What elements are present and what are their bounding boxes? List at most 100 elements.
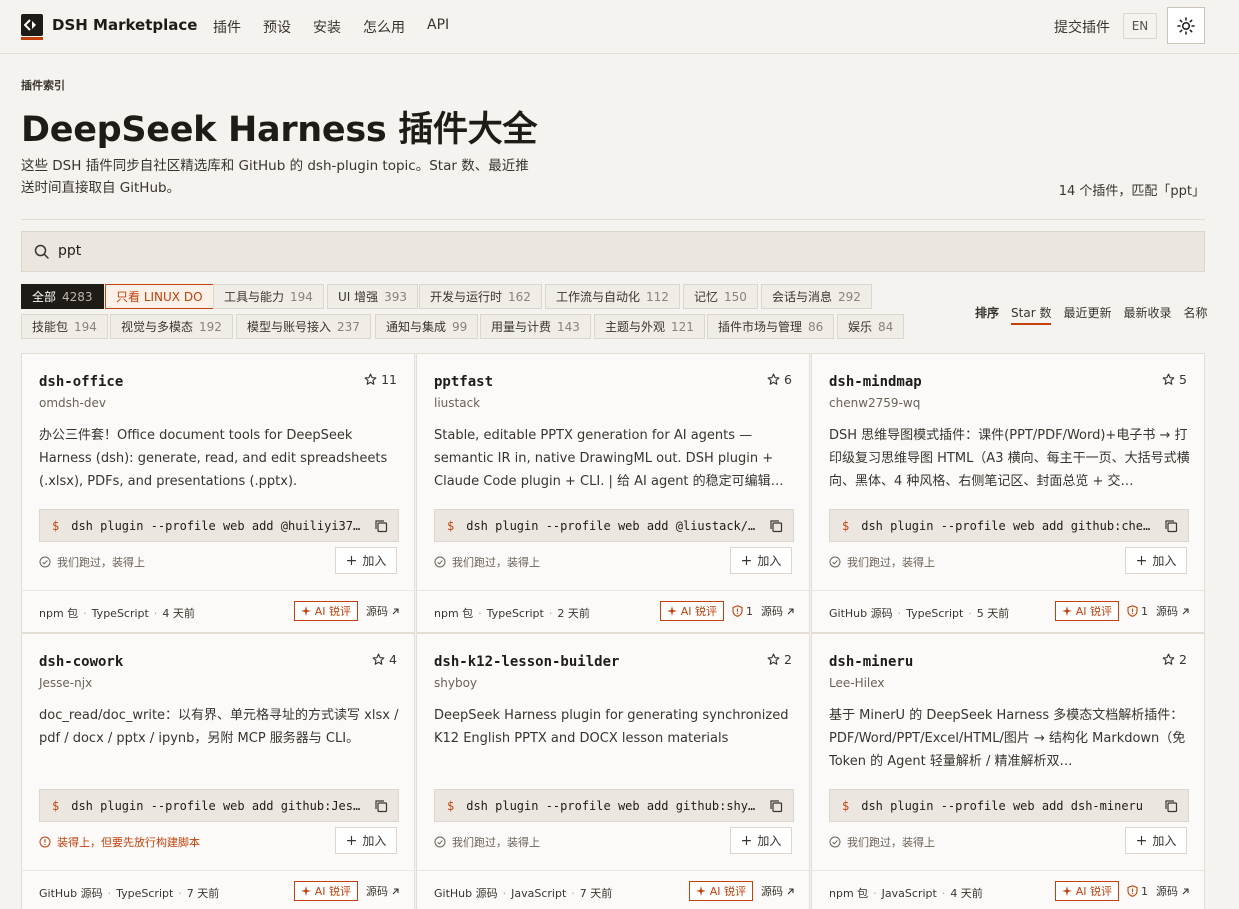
copy-icon[interactable] [769,799,783,813]
description-line-2: 送时间直接取自 GitHub。 [21,180,181,196]
sparkle-icon [1061,606,1072,616]
plugin-card[interactable]: pptfast liustack 6 Stable, editable PPTX… [416,353,810,633]
chip-label: 模型与账号接入 [247,320,332,334]
ai-review-button[interactable]: AI 锐评 [1054,881,1119,901]
plugin-card[interactable]: dsh-office omdsh-dev 11 办公三件套！Office doc… [21,353,415,633]
filter-linux-do[interactable]: 只看 LINUX DO [105,284,214,309]
ai-review-button[interactable]: AI 锐评 [293,601,358,621]
source-link[interactable]: 源码 [1156,883,1190,899]
plugin-card[interactable]: dsh-k12-lesson-builder shyboy 2 DeepSeek… [416,633,810,909]
command-text: dsh plugin --profile web add @liustack/… [466,518,756,533]
plugin-owner[interactable]: liustack [434,396,480,410]
join-button[interactable]: + 加入 [730,827,792,854]
language-button[interactable]: EN [1123,13,1157,39]
plugin-card[interactable]: dsh-cowork Jesse-njx 4 doc_read/doc_writ… [21,633,415,909]
nav-presets[interactable]: 预设 [263,17,291,37]
ai-review-button[interactable]: AI 锐评 [688,881,753,901]
chip-count: 237 [337,319,360,334]
plugin-owner[interactable]: chenw2759-wq [829,396,920,410]
plugin-name[interactable]: dsh-office [39,374,123,390]
nav-api[interactable]: API [427,17,449,37]
filter-memory[interactable]: 记忆 150 [683,284,758,309]
install-command[interactable]: $ dsh plugin --profile web add dsh-miner… [829,789,1189,822]
search-box[interactable]: ppt [21,231,1205,272]
sort-stars[interactable]: Star 数 [1011,304,1052,325]
install-command[interactable]: $ dsh plugin --profile web add github:ch… [829,509,1189,542]
copy-icon[interactable] [374,799,388,813]
sort-updated[interactable]: 最近更新 [1063,304,1111,325]
sort-newest[interactable]: 最新收录 [1123,304,1171,325]
filter-workflow[interactable]: 工作流与自动化 112 [545,284,680,309]
sort-name[interactable]: 名称 [1183,304,1207,325]
card-footer: GitHub 源码 · JavaScript · 7 天前 AI 锐评 源码 [417,870,809,909]
plugin-card[interactable]: dsh-mineru Lee-Hilex 2 基于 MinerU 的 DeepS… [811,633,1205,909]
copy-icon[interactable] [1164,519,1178,533]
plugin-stars: 6 [767,372,792,387]
join-button[interactable]: + 加入 [1125,827,1187,854]
source-link[interactable]: 源码 [761,883,795,899]
filter-ui[interactable]: UI 增强 393 [327,284,419,309]
plugin-name[interactable]: pptfast [434,374,493,390]
plugin-owner[interactable]: shyboy [434,676,477,690]
nav-howto[interactable]: 怎么用 [363,17,405,37]
join-button[interactable]: + 加入 [335,827,397,854]
copy-icon[interactable] [769,519,783,533]
star-count: 2 [1179,652,1187,667]
logo-accent [21,37,43,40]
copy-icon[interactable] [1164,799,1178,813]
plugin-name[interactable]: dsh-cowork [39,654,123,670]
brand-name[interactable]: DSH Marketplace [52,16,197,34]
plugin-owner[interactable]: Jesse-njx [39,676,92,690]
source-link[interactable]: 源码 [761,603,795,619]
plugin-description: 基于 MinerU 的 DeepSeek Harness 多模态文档解析插件：P… [829,708,1186,769]
source-link[interactable]: 源码 [366,883,400,899]
nav-plugins[interactable]: 插件 [213,17,241,37]
plugin-meta: GitHub 源码 · TypeScript · 5 天前 [829,607,1010,620]
plugin-meta: npm 包 · JavaScript · 4 天前 [829,887,983,900]
theme-toggle-button[interactable] [1167,7,1205,44]
source-link[interactable]: 源码 [366,603,400,619]
plugin-owner[interactable]: Lee-Hilex [829,676,885,690]
install-command[interactable]: $ dsh plugin --profile web add github:sh… [434,789,794,822]
plugin-name[interactable]: dsh-k12-lesson-builder [434,654,619,670]
search-input[interactable]: ppt [58,243,81,259]
plugin-name[interactable]: dsh-mindmap [829,374,922,390]
filter-fun[interactable]: 娱乐 84 [837,314,905,339]
sparkle-icon [695,886,706,896]
plugin-owner[interactable]: omdsh-dev [39,396,106,410]
filter-notify[interactable]: 通知与集成 99 [375,314,479,339]
logo-icon[interactable] [21,14,43,36]
filter-market[interactable]: 插件市场与管理 86 [707,314,835,339]
install-command[interactable]: $ dsh plugin --profile web add @huiliyi3… [39,509,399,542]
filter-dev-runtime[interactable]: 开发与运行时 162 [419,284,542,309]
ai-review-button[interactable]: AI 锐评 [293,881,358,901]
plugin-stars: 11 [364,372,397,387]
submit-plugin-link[interactable]: 提交插件 [1054,17,1110,37]
filter-vision[interactable]: 视觉与多模态 192 [110,314,233,339]
filter-theme[interactable]: 主题与外观 121 [594,314,705,339]
join-button[interactable]: + 加入 [335,547,397,574]
copy-icon[interactable] [374,519,388,533]
chip-count: 84 [878,319,894,334]
ai-review-button[interactable]: AI 锐评 [1054,601,1119,621]
plugin-name[interactable]: dsh-mineru [829,654,913,670]
source-link[interactable]: 源码 [1156,603,1190,619]
plugin-card[interactable]: dsh-mindmap chenw2759-wq 5 DSH 思维导图模式插件：… [811,353,1205,633]
filter-models[interactable]: 模型与账号接入 237 [236,314,371,339]
ai-review-button[interactable]: AI 锐评 [659,601,724,621]
ai-review-label: AI 锐评 [680,605,717,618]
join-button[interactable]: + 加入 [730,547,792,574]
filter-skills[interactable]: 技能包 194 [21,314,108,339]
nav-install[interactable]: 安装 [313,17,341,37]
join-button[interactable]: + 加入 [1125,547,1187,574]
filter-usage[interactable]: 用量与计费 143 [480,314,591,339]
check-circle-icon [829,836,841,848]
chip-count: 143 [557,319,580,334]
shield-icon [1127,885,1138,897]
filter-all[interactable]: 全部 4283 [21,284,104,309]
install-command[interactable]: $ dsh plugin --profile web add github:Je… [39,789,399,822]
filter-tools[interactable]: 工具与能力 194 [213,284,324,309]
install-command[interactable]: $ dsh plugin --profile web add @liustack… [434,509,794,542]
updated-time: 7 天前 [186,887,220,900]
filter-session[interactable]: 会话与消息 292 [761,284,872,309]
